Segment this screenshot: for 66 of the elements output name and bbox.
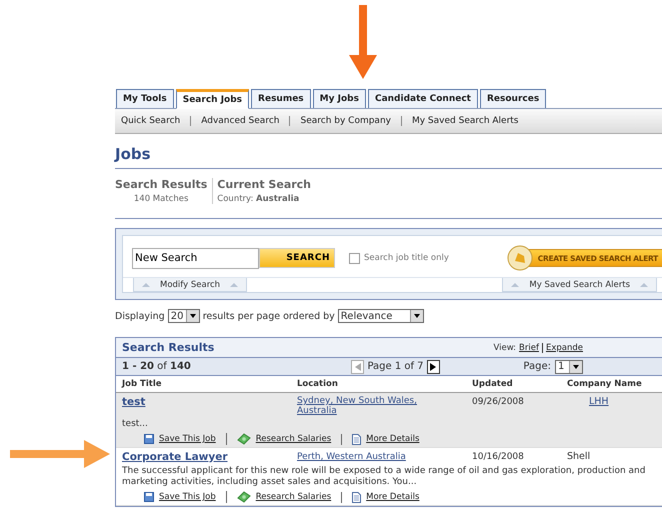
dropdown-caret-icon <box>414 314 420 318</box>
checkbox[interactable] <box>349 252 360 264</box>
sub-nav-link[interactable]: Quick Search <box>121 116 190 126</box>
page-label: Page: <box>523 361 551 372</box>
section-heading: Search Results <box>115 178 208 191</box>
job-summary: The successful applicant for this new role will be exposed to a wide range of oil and gas exploration, production and marketing activities, including asset sales and acquisitions. You... <box>121 465 646 488</box>
job-action-link[interactable]: Research Salaries <box>226 433 342 445</box>
nav-tab[interactable]: Resumes <box>251 89 311 108</box>
document-icon <box>352 492 362 502</box>
job-action-link[interactable]: Save This Job <box>134 492 226 502</box>
next-page-button[interactable] <box>426 360 440 374</box>
sort-select[interactable]: Relevance <box>338 309 424 323</box>
view-link[interactable]: Expande <box>542 342 583 352</box>
column-header: Job Title <box>122 378 162 391</box>
dropdown-caret-icon <box>190 314 196 318</box>
company-link[interactable]: LHH <box>567 396 609 407</box>
dropdown-caret-icon <box>573 364 579 368</box>
panel-tab[interactable]: My Saved Search Alerts <box>502 278 657 292</box>
updated-date: 09/26/2008 <box>472 397 524 407</box>
display-label: Displaying <box>115 310 165 322</box>
sub-nav-link[interactable]: Search by Company <box>289 116 401 126</box>
sub-nav-link[interactable]: Advanced Search <box>190 116 290 126</box>
nav-tab[interactable]: My Tools <box>116 89 174 108</box>
search-criteria: Country: Australia <box>217 194 300 204</box>
company-name: Shell <box>567 451 590 462</box>
page-indicator: Page 1 of 7 <box>367 361 424 372</box>
search-button[interactable]: SEARCH <box>259 248 335 268</box>
job-action-link[interactable]: Research Salaries <box>226 491 342 503</box>
nav-tab[interactable]: Resources <box>480 89 546 108</box>
down-arrow-icon <box>349 5 377 79</box>
job-action-link[interactable]: More Details <box>341 492 430 502</box>
updated-date: 10/16/2008 <box>472 452 524 462</box>
section-heading: Current Search <box>217 178 312 191</box>
location-link[interactable]: Sydney, New South Wales, Australia <box>297 396 437 416</box>
match-count: 140 Matches <box>134 194 188 204</box>
view-link[interactable]: Brief <box>519 342 539 352</box>
job-action-link[interactable]: Save This Job <box>134 434 226 444</box>
money-icon <box>236 491 251 503</box>
column-header: Updated <box>472 378 514 391</box>
location-link[interactable]: Perth, Western Australia <box>297 452 406 462</box>
result-range: 1 - 20 of 140 <box>122 361 192 372</box>
job-row[interactable]: test Sydney, New South Wales, Australia 09/26/2008 LHH test... Save This Job Research Salaries More Details <box>116 393 662 448</box>
nav-tab[interactable]: Search Jobs <box>176 89 250 109</box>
column-header: Location <box>297 378 339 391</box>
display-label: results per page ordered by <box>202 310 335 322</box>
column-header: Company Name <box>567 378 643 391</box>
nav-tab[interactable]: Candidate Connect <box>368 89 478 108</box>
checkbox-label: Search job title only <box>364 253 449 263</box>
right-triangle-icon <box>430 362 436 370</box>
page-select[interactable]: 1 <box>555 360 583 374</box>
per-page-select[interactable]: 20 <box>168 309 200 323</box>
job-summary: test... <box>121 418 149 430</box>
job-title-link[interactable]: Corporate Lawyer <box>122 451 228 463</box>
panel-title: Search Results <box>122 341 214 354</box>
job-action-link[interactable]: More Details <box>341 434 430 444</box>
document-icon <box>352 434 362 444</box>
money-icon <box>236 433 251 445</box>
search-field[interactable]: New Search <box>132 248 259 268</box>
view-label: View: <box>493 342 516 352</box>
right-arrow-icon <box>10 440 110 468</box>
panel-tab[interactable]: Modify Search <box>133 278 248 292</box>
nav-tab[interactable]: My Jobs <box>312 89 366 108</box>
job-title-link[interactable]: test <box>122 396 146 408</box>
sub-nav-link[interactable]: My Saved Search Alerts <box>400 116 528 126</box>
left-triangle-icon <box>354 362 361 370</box>
page-title: Jobs <box>115 134 662 169</box>
